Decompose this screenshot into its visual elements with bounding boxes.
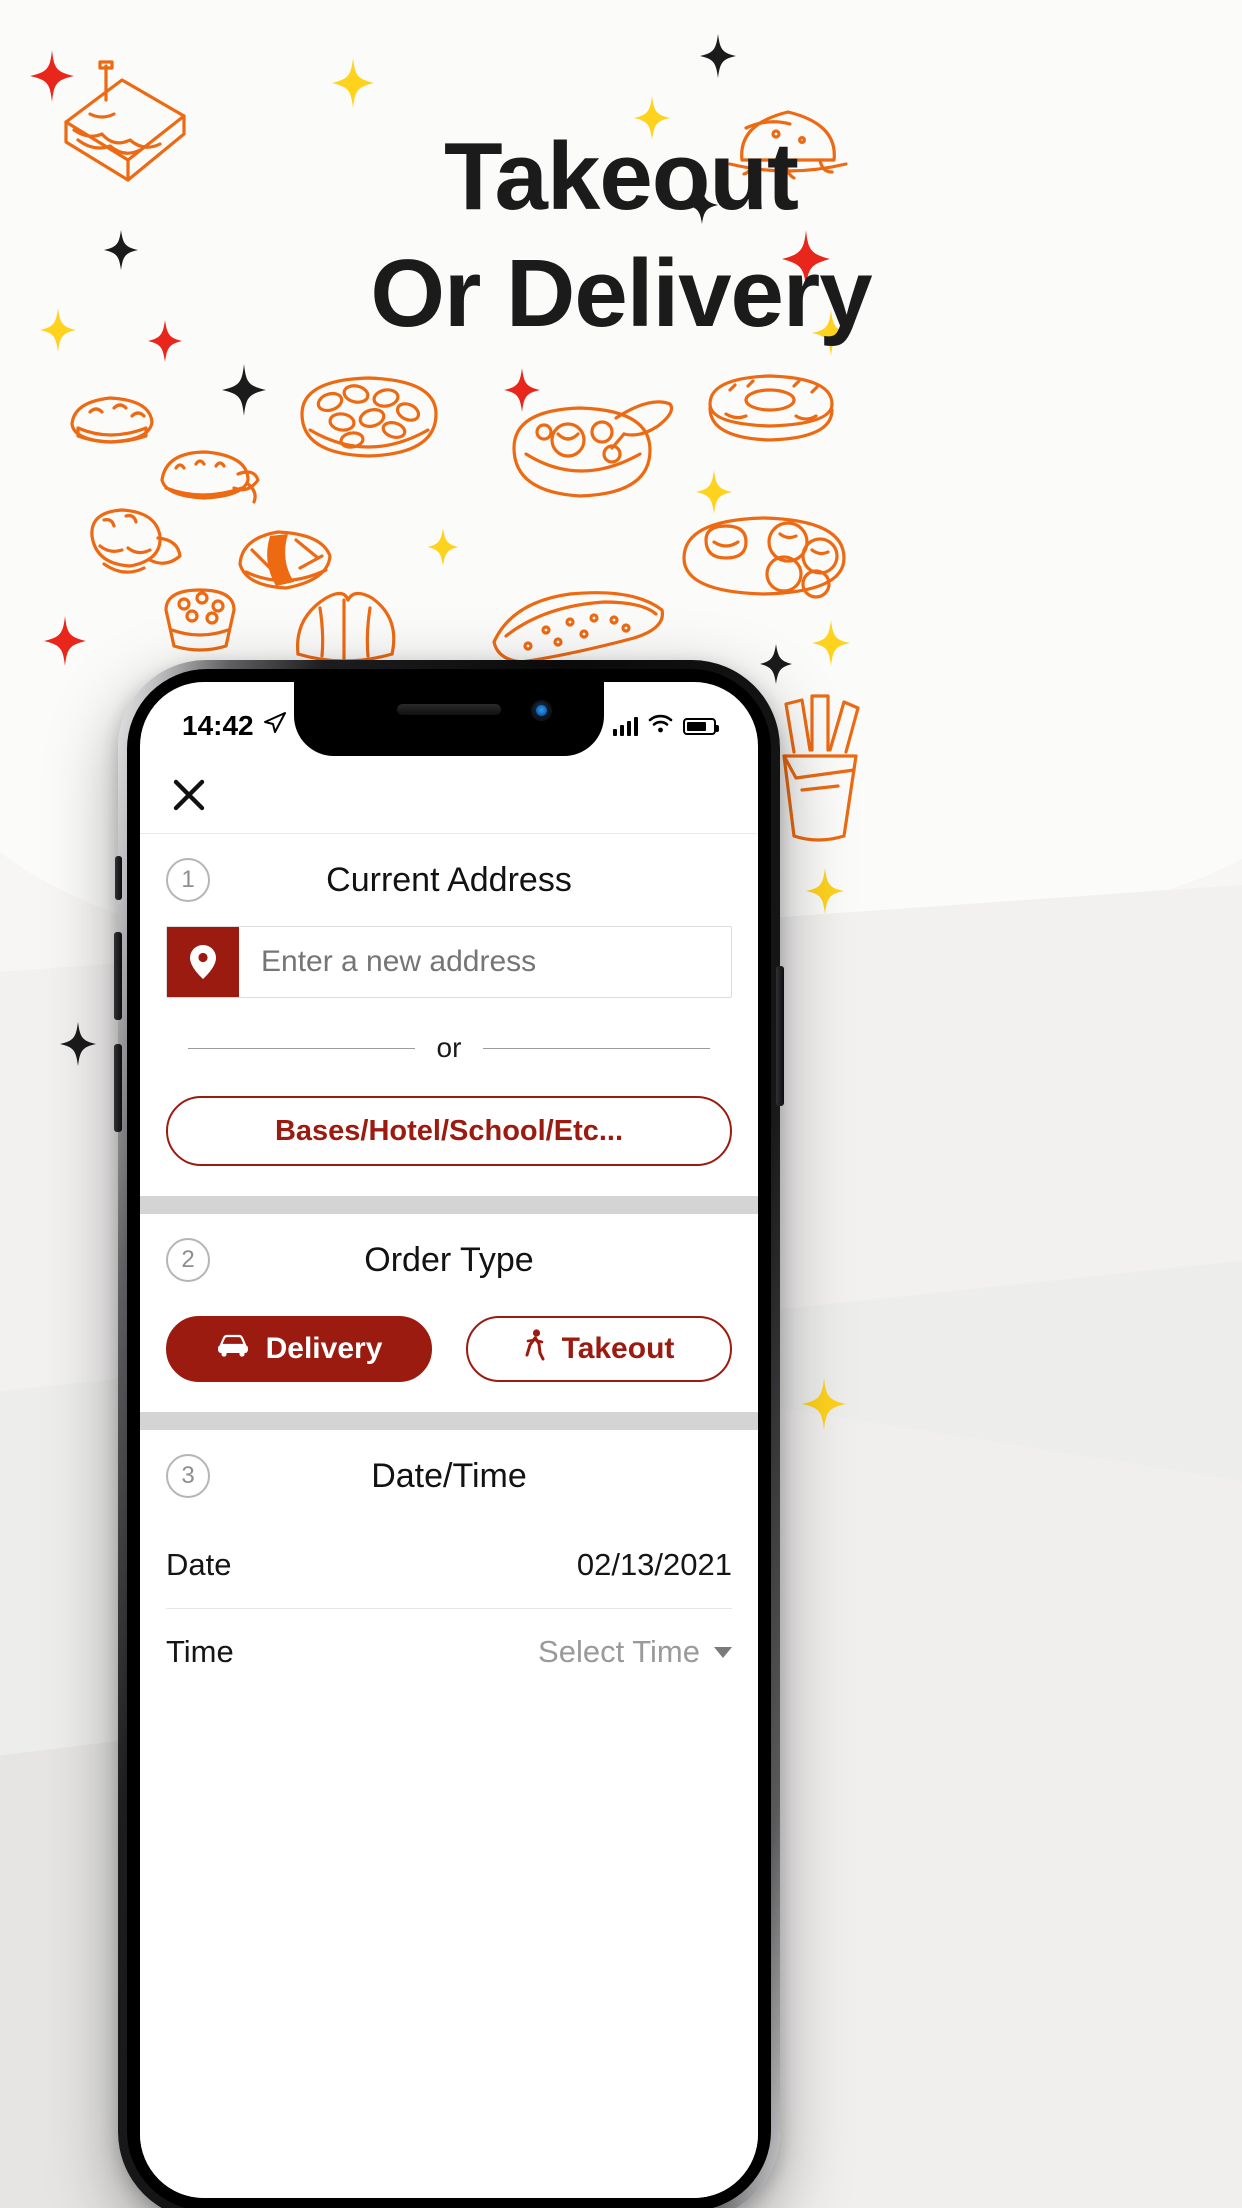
beans-bowl-doodle [290, 368, 448, 468]
order-type-options: Delivery Takeout [166, 1316, 732, 1382]
order-type-delivery-button[interactable]: Delivery [166, 1316, 432, 1382]
address-input-row[interactable] [166, 926, 732, 998]
mute-switch[interactable] [115, 856, 122, 900]
close-icon[interactable] [166, 772, 212, 818]
wifi-icon [648, 714, 673, 738]
headline-line-2: Or Delivery [370, 240, 872, 348]
section-1-title: Current Address [326, 860, 572, 899]
section-separator-1 [140, 1196, 758, 1214]
section-current-address: 1 Current Address or Bases/H [140, 834, 758, 1196]
phone-screen: 14:42 1 Current Address Enter a new addr… [140, 682, 758, 2198]
or-divider-line-left [188, 1047, 415, 1049]
sparkle-black-6 [60, 1022, 96, 1066]
sparkle-red-1 [30, 50, 74, 102]
nigiri-doodle-1 [64, 388, 160, 452]
front-camera-icon [531, 700, 552, 721]
section-separator-2 [140, 1412, 758, 1430]
bagel-doodle [700, 368, 842, 456]
volume-up-button[interactable] [114, 932, 122, 1020]
section-2-header: 2 Order Type [166, 1214, 732, 1306]
croquettes-plate-doodle [676, 500, 852, 602]
sparkle-black-4 [222, 364, 266, 416]
tempura-doodle [78, 502, 186, 584]
cellular-signal-icon [613, 716, 638, 736]
date-row[interactable]: Date 02/13/2021 [166, 1522, 732, 1609]
bases-hotel-school-button[interactable]: Bases/Hotel/School/Etc... [166, 1096, 732, 1166]
section-order-type: 2 Order Type Delivery Takeout [140, 1214, 758, 1412]
hotdog-doodle [484, 576, 674, 672]
status-time: 14:42 [182, 710, 254, 741]
car-icon [216, 1332, 250, 1366]
power-button[interactable] [776, 966, 784, 1106]
time-label: Time [166, 1634, 234, 1669]
time-value-wrap[interactable]: Select Time [538, 1634, 732, 1670]
notch [294, 682, 604, 756]
time-value: Select Time [538, 1634, 700, 1669]
or-divider-line-right [483, 1047, 710, 1049]
status-bar-right [613, 700, 719, 738]
battery-icon [683, 717, 719, 735]
section-1-header: 1 Current Address [166, 834, 732, 926]
section-date-time: 3 Date/Time Date 02/13/2021 Time Select … [140, 1430, 758, 1725]
date-label: Date [166, 1547, 232, 1582]
earpiece-speaker [397, 704, 501, 715]
app-top-bar [140, 756, 758, 834]
status-bar-left: 14:42 [182, 696, 287, 742]
sparkle-black-1 [700, 34, 736, 78]
poster-stage: Takeout Or Delivery 14:42 1 Current Addr… [0, 0, 1242, 2208]
dumpling-doodle [286, 582, 404, 668]
sparkle-yellow-6 [428, 528, 458, 566]
order-type-takeout-label: Takeout [561, 1332, 675, 1365]
rice-cup-doodle [156, 582, 246, 656]
sparkle-yellow-7 [812, 620, 850, 666]
sparkle-yellow-1 [332, 58, 374, 108]
phone-mockup: 14:42 1 Current Address Enter a new addr… [114, 660, 784, 2208]
order-type-delivery-label: Delivery [265, 1332, 383, 1365]
section-2-title: Order Type [364, 1240, 534, 1279]
chevron-down-icon [714, 1646, 732, 1658]
headline-line-1: Takeout [444, 123, 799, 230]
sparkle-red-5 [44, 616, 86, 666]
page-title: Takeout Or Delivery [0, 118, 1242, 352]
app-content: 1 Current Address or Bases/H [140, 756, 758, 2198]
or-divider: or [188, 1032, 710, 1064]
section-3-header: 3 Date/Time [166, 1430, 732, 1522]
order-type-takeout-button[interactable]: Takeout [466, 1316, 732, 1382]
location-arrow-icon [263, 710, 287, 742]
sparkle-red-4 [504, 368, 540, 412]
time-row[interactable]: Time Select Time [166, 1609, 732, 1695]
or-label: or [436, 1032, 462, 1063]
sparkle-yellow-5 [696, 470, 732, 514]
volume-down-button[interactable] [114, 1044, 122, 1132]
sparkle-yellow-9 [802, 1378, 846, 1430]
walking-person-icon [524, 1329, 546, 1369]
section-3-title: Date/Time [371, 1456, 527, 1495]
sparkle-yellow-8 [806, 868, 844, 914]
date-value[interactable]: 02/13/2021 [577, 1547, 732, 1583]
map-pin-icon[interactable] [167, 927, 239, 997]
address-input[interactable] [239, 927, 731, 997]
